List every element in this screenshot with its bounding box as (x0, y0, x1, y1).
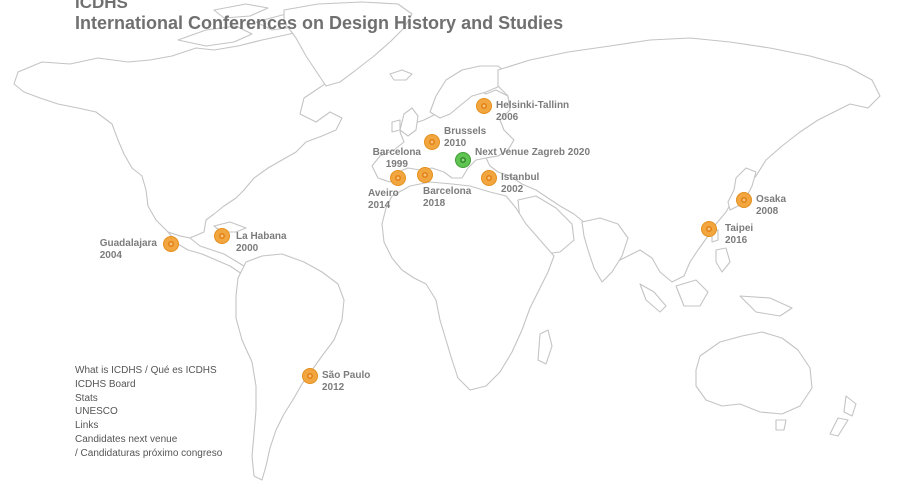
venue-marker-icon[interactable] (215, 229, 229, 243)
tasmania (775, 419, 787, 431)
venue-year: 2012 (322, 382, 345, 393)
venue-city: Barcelona (372, 147, 421, 158)
venue-marker-icon[interactable] (164, 237, 178, 251)
new-zealand (843, 395, 857, 417)
iceland (389, 69, 413, 81)
venue-year: 2002 (501, 184, 524, 195)
venue-city: Helsinki-Tallinn (496, 100, 570, 111)
venue-marker-icon[interactable] (477, 99, 491, 113)
philippines (715, 247, 731, 273)
new-guinea (739, 295, 793, 317)
venue-marker-icon[interactable] (737, 193, 751, 207)
venue-year: 1999 (385, 159, 408, 170)
venue-city: Barcelona (423, 186, 472, 197)
venue-marker-icon[interactable] (303, 369, 317, 383)
new-zealand (829, 417, 849, 437)
south-america (235, 253, 345, 481)
venue-city: Osaka (756, 194, 787, 205)
venue-marker-icon[interactable] (702, 222, 716, 236)
venue-label[interactable]: São Paulo 2012 (322, 370, 370, 394)
menu-link-what-is-icdhs[interactable]: What is ICDHS / Qué es ICDHS (75, 364, 222, 378)
venue-label[interactable]: Barcelona 1999 (373, 147, 421, 171)
venue-year: 2008 (756, 206, 779, 217)
venue-year: 2006 (496, 112, 519, 123)
venue-city: Guadalajara (99, 238, 157, 249)
venue-city: Brussels (444, 126, 487, 137)
sumatra (639, 283, 667, 313)
venue-label[interactable]: Istanbul 2002 (501, 172, 539, 196)
madagascar (537, 329, 553, 365)
venue-label[interactable]: Barcelona 2018 (423, 186, 471, 210)
indian-subcontinent (581, 217, 629, 283)
next-venue-marker-icon[interactable] (456, 153, 470, 167)
venue-city: Next Venue Zagreb 2020 (475, 147, 591, 158)
venue-city: Aveiro (368, 188, 399, 199)
venue-year: 2018 (423, 198, 446, 209)
borneo (675, 279, 709, 307)
venue-city: São Paulo (322, 370, 371, 381)
site-menu: What is ICDHS / Qué es ICDHS ICDHS Board… (75, 364, 222, 461)
menu-link-stats[interactable]: Stats (75, 392, 222, 406)
venue-label[interactable]: La Habana 2000 (236, 231, 287, 255)
venue-label[interactable]: Taipei 2016 (725, 223, 753, 247)
venue-city: La Habana (236, 231, 287, 242)
menu-link-unesco[interactable]: UNESCO (75, 405, 222, 419)
venue-year: 2016 (725, 235, 748, 246)
venue-marker-icon[interactable] (418, 168, 432, 182)
venue-year: 2014 (368, 200, 391, 211)
venue-city: Taipei (725, 223, 754, 234)
venue-year: 2004 (99, 250, 122, 261)
venue-marker-icon[interactable] (391, 171, 405, 185)
menu-link-candidaturas-proximo-congreso[interactable]: / Candidaturas próximo congreso (75, 447, 222, 461)
venue-marker-icon[interactable] (482, 171, 496, 185)
site-title: ICDHS (75, 0, 128, 12)
ireland (391, 119, 401, 133)
venue-label[interactable]: Next Venue Zagreb 2020 (475, 147, 590, 159)
menu-link-links[interactable]: Links (75, 419, 222, 433)
menu-link-candidates-next-venue[interactable]: Candidates next venue (75, 433, 222, 447)
menu-link-icdhs-board[interactable]: ICDHS Board (75, 378, 222, 392)
venue-label[interactable]: Guadalajara 2004 (100, 238, 157, 262)
venue-year: 2000 (236, 243, 259, 254)
venue-marker-icon[interactable] (425, 135, 439, 149)
venue-city: Istanbul (501, 172, 540, 183)
venue-label[interactable]: Helsinki-Tallinn 2006 (496, 100, 569, 124)
australia (695, 331, 813, 415)
venue-label[interactable]: Osaka 2008 (756, 194, 786, 218)
site-subtitle: International Conferences on Design Hist… (75, 13, 564, 33)
venue-label[interactable]: Aveiro 2014 (368, 188, 399, 212)
